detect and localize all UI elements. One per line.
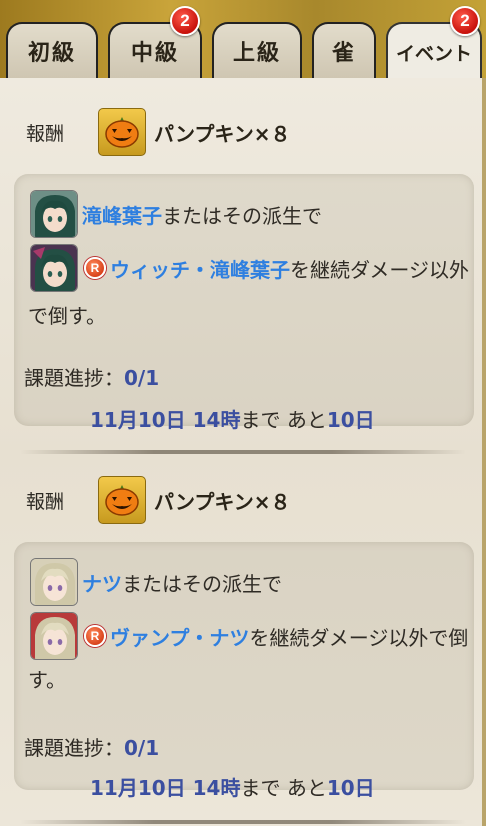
deadline-date: 11月10日 14時 — [90, 408, 241, 432]
tab-label: イベント — [395, 42, 472, 65]
task-line: 滝峰葉子 またはその派生で — [30, 190, 322, 238]
divider — [20, 450, 466, 454]
task-line: ナツ またはその派生で — [30, 558, 282, 606]
character-name: ヴァンプ・ナツ — [110, 625, 250, 650]
character-avatar — [30, 244, 78, 292]
progress-row: 課題進捗：0/1 — [24, 732, 159, 761]
reward-row: 報酬 パンプキン×８ — [26, 106, 291, 158]
character-avatar — [30, 612, 78, 660]
tab-advanced[interactable]: 上級 — [212, 22, 302, 78]
character-name: ナツ — [82, 571, 122, 596]
notification-badge: 2 — [170, 6, 200, 36]
reward-label: 報酬 — [26, 122, 65, 145]
tab-beginner[interactable]: 初級 — [6, 22, 98, 78]
task-text: を継続ダメージ以外で倒 — [249, 625, 469, 650]
deadline-text: まで あと — [240, 408, 327, 432]
tab-label: 初級 — [27, 40, 76, 66]
progress-row: 課題進捗：0/1 — [24, 362, 159, 391]
task-line: R ウィッチ・滝峰葉子 を継続ダメージ以外 — [30, 244, 469, 292]
reward-item: パンプキン×８ — [154, 121, 291, 146]
tab-bar: 初級 中級 2 上級 雀 イベント 2 — [0, 0, 486, 80]
tab-label: 上級 — [232, 40, 281, 66]
reward-item: パンプキン×８ — [154, 489, 291, 514]
character-avatar — [30, 558, 78, 606]
task-text: で倒す。 — [28, 304, 106, 328]
task-line: す。 — [28, 664, 66, 693]
reward-label: 報酬 — [26, 490, 65, 513]
reward-row: 報酬 パンプキン×８ — [26, 474, 291, 526]
progress-value: 0/1 — [124, 366, 160, 390]
notification-badge: 2 — [450, 6, 480, 36]
tab-label: 雀 — [331, 40, 356, 66]
jack-o-lantern-icon — [98, 476, 146, 524]
task-text: またはその派生で — [162, 203, 322, 228]
mission-list: 報酬 パンプキン×８ 滝峰葉子 またはその派生で R ウィッチ・滝峰葉子 を継続… — [0, 78, 486, 826]
deadline-row: 11月10日 14時まで あと10日 — [90, 772, 375, 801]
deadline-days: 10日 — [326, 776, 375, 800]
tab-jan[interactable]: 雀 — [312, 22, 376, 78]
task-text: またはその派生で — [122, 571, 282, 596]
task-text: す。 — [28, 668, 66, 692]
progress-label: 課題進捗： — [24, 736, 124, 760]
deadline-text: まで あと — [240, 776, 327, 800]
jack-o-lantern-icon — [98, 108, 146, 156]
character-name: ウィッチ・滝峰葉子 — [110, 257, 290, 282]
progress-value: 0/1 — [124, 736, 160, 760]
character-avatar — [30, 190, 78, 238]
rare-r-icon: R — [84, 625, 106, 647]
task-line: で倒す。 — [28, 300, 106, 329]
deadline-days: 10日 — [326, 408, 375, 432]
character-name: 滝峰葉子 — [82, 203, 162, 228]
rare-r-icon: R — [84, 257, 106, 279]
progress-label: 課題進捗： — [24, 366, 124, 390]
tab-label: 中級 — [130, 40, 179, 66]
deadline-row: 11月10日 14時まで あと10日 — [90, 404, 375, 433]
deadline-date: 11月10日 14時 — [90, 776, 241, 800]
divider — [20, 820, 466, 824]
task-line: R ヴァンプ・ナツ を継続ダメージ以外で倒 — [30, 612, 468, 660]
task-text: を継続ダメージ以外 — [290, 257, 469, 282]
